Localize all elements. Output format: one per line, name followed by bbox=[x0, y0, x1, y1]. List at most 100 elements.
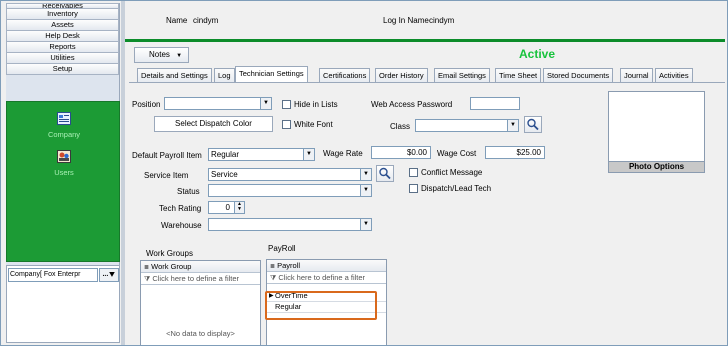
chevron-down-icon: ▼ bbox=[176, 53, 183, 59]
white-font-checkbox[interactable] bbox=[282, 120, 291, 129]
login-name-value: cindym bbox=[429, 16, 455, 25]
work-groups-filter-row[interactable]: ⧩ Click here to define a filter bbox=[141, 273, 260, 285]
conflict-message-checkbox[interactable] bbox=[409, 168, 418, 177]
highlight-box bbox=[265, 291, 377, 320]
white-font-label: White Font bbox=[294, 120, 333, 129]
search-icon bbox=[527, 118, 539, 131]
default-payroll-item-value: Regular bbox=[211, 150, 240, 159]
header: Name cindym Log In Name cindym bbox=[125, 1, 727, 39]
payroll-title: PayRoll bbox=[268, 244, 296, 253]
sidebar: Receivables Inventory Assets Help Desk R… bbox=[6, 3, 120, 343]
position-select[interactable]: ▼ bbox=[164, 97, 272, 110]
tech-rating-value: 0 bbox=[225, 203, 230, 212]
service-item-select[interactable]: Service ▼ bbox=[208, 168, 372, 181]
web-access-password-input[interactable] bbox=[470, 97, 520, 110]
wage-cost-label: Wage Cost bbox=[437, 149, 477, 158]
tech-rating-spinner[interactable]: ▲ ▼ bbox=[234, 202, 244, 213]
class-search-button[interactable] bbox=[524, 116, 542, 133]
notes-button[interactable]: Notes ▼ bbox=[134, 47, 189, 63]
service-item-label: Service Item bbox=[144, 171, 189, 180]
spin-down-icon: ▼ bbox=[237, 206, 242, 212]
chevron-down-icon: ▼ bbox=[360, 185, 371, 196]
status-select[interactable]: ▼ bbox=[208, 184, 372, 197]
warehouse-select[interactable]: ▼ bbox=[208, 218, 372, 231]
grid-spacer bbox=[267, 284, 386, 291]
status-label: Status bbox=[177, 187, 200, 196]
photo-options-button[interactable]: Photo Options bbox=[608, 161, 705, 173]
setup-panel: Company Users bbox=[6, 101, 120, 262]
status-badge: Active bbox=[519, 47, 556, 61]
tech-rating-label: Tech Rating bbox=[159, 204, 202, 213]
service-item-search-button[interactable] bbox=[376, 165, 394, 182]
service-item-value: Service bbox=[211, 170, 238, 179]
nav-setup[interactable]: Setup bbox=[6, 64, 119, 75]
work-groups-title: Work Groups bbox=[146, 249, 193, 258]
payroll-filter-row[interactable]: ⧩ Click here to define a filter bbox=[267, 272, 386, 284]
nav-utilities[interactable]: Utilities bbox=[6, 53, 119, 64]
default-payroll-item-select[interactable]: Regular ▼ bbox=[208, 148, 315, 161]
select-dispatch-color-button[interactable]: Select Dispatch Color bbox=[154, 116, 273, 132]
login-name-label: Log In Name bbox=[383, 16, 429, 25]
chevron-down-icon: ▼ bbox=[360, 219, 371, 230]
header-divider bbox=[125, 39, 725, 42]
work-groups-grid: ≣ Work Group ⧩ Click here to define a fi… bbox=[140, 260, 261, 345]
users-link[interactable]: Users bbox=[7, 168, 121, 177]
chevron-down-icon: ▼ bbox=[507, 120, 518, 131]
tab-activities[interactable]: Activities bbox=[655, 68, 693, 82]
wage-rate-input[interactable]: $0.00 bbox=[371, 146, 431, 159]
search-icon bbox=[379, 167, 391, 180]
work-groups-empty-text: <No data to display> bbox=[166, 329, 235, 338]
position-label: Position bbox=[132, 100, 161, 109]
column-chooser-icon[interactable]: ≣ bbox=[144, 265, 149, 271]
company-selector-panel: Company[ Fox Enterpr ...⯆ bbox=[6, 265, 120, 343]
tab-details-and-settings[interactable]: Details and Settings bbox=[137, 68, 212, 82]
tab-email-settings[interactable]: Email Settings bbox=[434, 68, 490, 82]
name-value: cindym bbox=[193, 16, 219, 25]
tab-log[interactable]: Log bbox=[214, 68, 235, 82]
notes-label: Notes bbox=[149, 50, 170, 59]
company-field[interactable]: Company[ Fox Enterpr bbox=[8, 268, 98, 282]
company-link[interactable]: Company bbox=[7, 130, 121, 139]
nav-inventory[interactable]: Inventory bbox=[6, 9, 119, 20]
chevron-down-icon: ▼ bbox=[303, 149, 314, 160]
payroll-filter-placeholder: Click here to define a filter bbox=[278, 273, 366, 282]
nav-help-desk[interactable]: Help Desk bbox=[6, 31, 119, 42]
app-window: Receivables Inventory Assets Help Desk R… bbox=[0, 0, 728, 346]
filter-icon: ⧩ bbox=[144, 276, 151, 283]
filter-pick-icon: ⯆ bbox=[108, 270, 116, 280]
hide-in-lists-checkbox[interactable] bbox=[282, 100, 291, 109]
tab-stored-documents[interactable]: Stored Documents bbox=[543, 68, 614, 82]
payroll-column-header[interactable]: ≣ Payroll bbox=[267, 260, 386, 272]
conflict-message-label: Conflict Message bbox=[421, 168, 483, 177]
company-picker-button[interactable]: ...⯆ bbox=[99, 268, 119, 282]
work-groups-filter-placeholder: Click here to define a filter bbox=[152, 274, 240, 283]
column-chooser-icon[interactable]: ≣ bbox=[270, 264, 275, 270]
warehouse-label: Warehouse bbox=[161, 221, 202, 230]
class-label: Class bbox=[390, 122, 411, 131]
default-payroll-item-label: Default Payroll Item bbox=[132, 151, 202, 160]
work-group-column-header[interactable]: ≣ Work Group bbox=[141, 261, 260, 273]
tab-technician-settings[interactable]: Technician Settings bbox=[235, 66, 308, 83]
payroll-column-label: Payroll bbox=[277, 261, 301, 270]
chevron-down-icon: ▼ bbox=[260, 98, 271, 109]
nav-assets[interactable]: Assets bbox=[6, 20, 119, 31]
wage-rate-label: Wage Rate bbox=[323, 149, 363, 158]
work-group-column-label: Work Group bbox=[151, 262, 192, 271]
dispatch-lead-tech-label: Dispatch/Lead Tech bbox=[421, 184, 492, 193]
name-label: Name bbox=[166, 16, 188, 25]
company-icon[interactable] bbox=[57, 112, 71, 125]
hide-in-lists-label: Hide in Lists bbox=[294, 100, 338, 109]
dispatch-lead-tech-checkbox[interactable] bbox=[409, 184, 418, 193]
wage-cost-input[interactable]: $25.00 bbox=[485, 146, 545, 159]
chevron-down-icon: ▼ bbox=[360, 169, 371, 180]
filter-icon: ⧩ bbox=[270, 275, 277, 282]
splitter[interactable] bbox=[121, 1, 125, 345]
users-icon[interactable] bbox=[57, 150, 71, 163]
web-access-password-label: Web Access Password bbox=[371, 100, 453, 109]
tab-time-sheet[interactable]: Time Sheet bbox=[495, 68, 542, 82]
tab-journal[interactable]: Journal bbox=[620, 68, 653, 82]
tab-certifications[interactable]: Certifications bbox=[319, 68, 371, 82]
tab-order-history[interactable]: Order History bbox=[375, 68, 428, 82]
nav-reports[interactable]: Reports bbox=[6, 42, 119, 53]
class-select[interactable]: ▼ bbox=[415, 119, 519, 132]
